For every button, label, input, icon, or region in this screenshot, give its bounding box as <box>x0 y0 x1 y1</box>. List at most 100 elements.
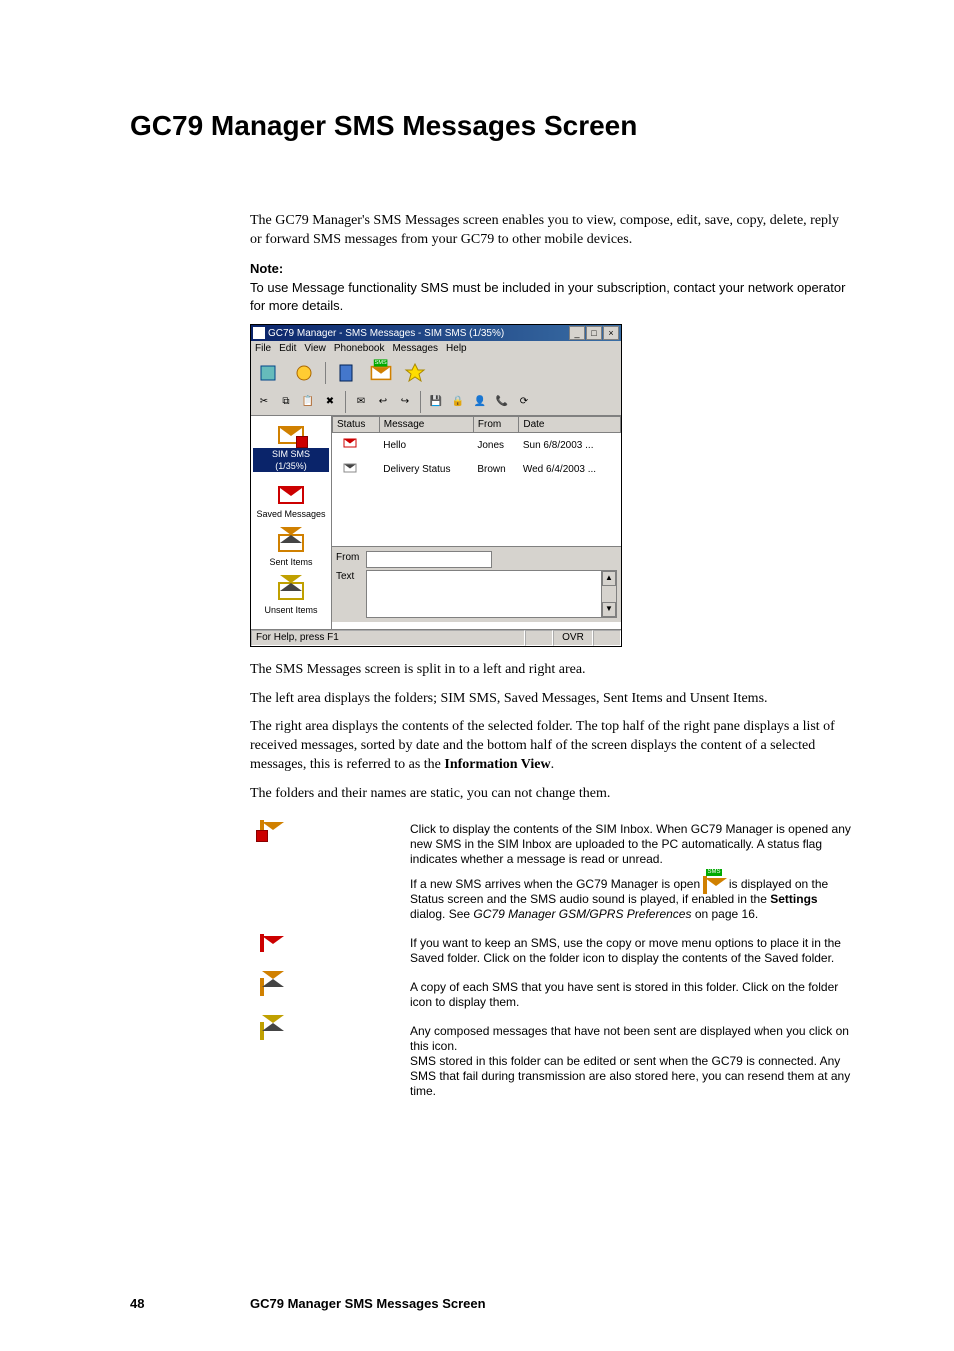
folder-desc-text: A copy of each SMS that you have sent is… <box>410 980 854 1010</box>
status-cell <box>333 458 380 483</box>
save-icon[interactable]: 💾 <box>427 393 445 411</box>
note-label: Note: <box>250 260 854 278</box>
tools-toolbar-icon[interactable] <box>400 359 430 387</box>
unsent-folder-icon <box>278 582 304 600</box>
toolbar-separator <box>345 391 346 413</box>
minimize-button[interactable]: _ <box>569 326 585 340</box>
text-field[interactable]: ▲ ▼ <box>366 570 617 618</box>
app-icon <box>253 327 265 339</box>
col-message[interactable]: Message <box>379 416 473 433</box>
scrollbar[interactable]: ▲ ▼ <box>601 571 616 617</box>
folder-desc-text: If you want to keep an SMS, use the copy… <box>410 936 854 966</box>
information-view: From Text ▲ ▼ <box>332 547 621 622</box>
toolbar-separator <box>325 362 326 384</box>
para-static-folders: The folders and their names are static, … <box>250 785 854 804</box>
call-icon[interactable]: 📞 <box>493 393 511 411</box>
menu-help[interactable]: Help <box>446 342 467 356</box>
sms-toolbar-icon[interactable]: SMS <box>366 359 396 387</box>
delete-icon[interactable]: ✖ <box>321 393 339 411</box>
status-ovr: OVR <box>553 630 593 646</box>
maximize-button[interactable]: □ <box>586 326 602 340</box>
status-cell <box>333 433 380 458</box>
para-split: The SMS Messages screen is split in to a… <box>250 661 854 680</box>
new-msg-icon[interactable]: ✉ <box>352 393 370 411</box>
col-date[interactable]: Date <box>519 416 621 433</box>
toolbar-separator <box>420 391 421 413</box>
folder-desc-row: Click to display the contents of the SIM… <box>250 822 854 922</box>
from-label: From <box>336 551 366 565</box>
page-footer: 48 GC79 Manager SMS Messages Screen <box>130 1296 854 1311</box>
date-cell: Wed 6/4/2003 ... <box>519 458 621 483</box>
message-list[interactable]: Status Message From Date Hello Jones Sun… <box>332 416 621 547</box>
sent-folder-icon <box>278 534 304 552</box>
secondary-toolbar: ✂ ⧉ 📋 ✖ ✉ ↩ ↪ 💾 🔒 👤 📞 ⟳ <box>251 389 621 415</box>
titlebar: GC79 Manager - SMS Messages - SIM SMS (1… <box>251 325 621 341</box>
settings-toolbar-icon[interactable] <box>289 359 319 387</box>
close-button[interactable]: × <box>603 326 619 340</box>
table-row[interactable]: Hello Jones Sun 6/8/2003 ... <box>333 433 621 458</box>
sim-inbox-icon <box>278 426 304 444</box>
sms-new-icon: SMS <box>703 876 707 894</box>
window-title: GC79 Manager - SMS Messages - SIM SMS (1… <box>268 327 569 341</box>
folder-desc-text: If a new SMS arrives when the GC79 Manag… <box>410 877 854 922</box>
forward-icon[interactable]: ↪ <box>396 393 414 411</box>
note-body: To use Message functionality SMS must be… <box>250 279 854 314</box>
folder-desc-row: If you want to keep an SMS, use the copy… <box>250 936 854 966</box>
sent-folder-icon <box>260 978 264 996</box>
app-window: GC79 Manager - SMS Messages - SIM SMS (1… <box>250 324 622 646</box>
folder-sim-sms[interactable]: SIM SMS (1/35%) <box>251 420 331 480</box>
status-blank <box>525 630 553 646</box>
para-left-area: The left area displays the folders; SIM … <box>250 690 854 709</box>
text-label: Text <box>336 570 366 584</box>
folder-saved-messages[interactable]: Saved Messages <box>251 480 331 528</box>
unsent-folder-icon <box>260 1022 264 1040</box>
para-right-area: The right area displays the contents of … <box>250 718 854 775</box>
menu-file[interactable]: File <box>255 342 271 356</box>
message-cell: Delivery Status <box>379 458 473 483</box>
phonebook-toolbar-icon[interactable] <box>332 359 362 387</box>
menu-phonebook[interactable]: Phonebook <box>334 342 385 356</box>
from-cell: Jones <box>473 433 518 458</box>
main-toolbar: SMS <box>251 357 621 389</box>
scroll-down-icon[interactable]: ▼ <box>602 602 616 617</box>
folder-desc-row: Any composed messages that have not been… <box>250 1024 854 1099</box>
from-field[interactable] <box>366 551 492 568</box>
menu-view[interactable]: View <box>304 342 326 356</box>
col-status[interactable]: Status <box>333 416 380 433</box>
refresh-icon[interactable]: ⟳ <box>515 393 533 411</box>
scroll-up-icon[interactable]: ▲ <box>602 571 616 586</box>
reply-icon[interactable]: ↩ <box>374 393 392 411</box>
folder-label: Saved Messages <box>256 509 325 519</box>
date-cell: Sun 6/8/2003 ... <box>519 433 621 458</box>
folder-label: Sent Items <box>269 557 312 567</box>
status-bar: For Help, press F1 OVR <box>251 629 621 646</box>
paste-icon[interactable]: 📋 <box>299 393 317 411</box>
folder-desc-row: A copy of each SMS that you have sent is… <box>250 980 854 1010</box>
unread-icon <box>343 439 356 448</box>
saved-folder-icon <box>278 486 304 504</box>
intro-paragraph: The GC79 Manager's SMS Messages screen e… <box>250 212 854 250</box>
folder-sent-items[interactable]: Sent Items <box>251 528 331 576</box>
page-number: 48 <box>130 1296 250 1311</box>
read-icon <box>343 463 356 472</box>
saved-folder-icon <box>260 934 264 952</box>
folder-desc-text: Any composed messages that have not been… <box>410 1024 854 1099</box>
cut-icon[interactable]: ✂ <box>255 393 273 411</box>
copy-icon[interactable]: ⧉ <box>277 393 295 411</box>
folder-pane: SIM SMS (1/35%) Saved Messages Sent Item… <box>251 416 332 629</box>
folder-desc-text: Click to display the contents of the SIM… <box>410 822 854 867</box>
col-from[interactable]: From <box>473 416 518 433</box>
contact-icon[interactable]: 👤 <box>471 393 489 411</box>
folder-unsent-items[interactable]: Unsent Items <box>251 576 331 624</box>
menu-edit[interactable]: Edit <box>279 342 296 356</box>
sim-inbox-icon <box>260 820 264 838</box>
lock-icon[interactable]: 🔒 <box>449 393 467 411</box>
status-grip <box>593 630 621 646</box>
menu-bar: File Edit View Phonebook Messages Help <box>251 341 621 357</box>
footer-title: GC79 Manager SMS Messages Screen <box>250 1296 486 1311</box>
status-help: For Help, press F1 <box>251 630 525 646</box>
folder-label: Unsent Items <box>264 605 317 615</box>
status-toolbar-icon[interactable] <box>255 359 285 387</box>
menu-messages[interactable]: Messages <box>392 342 438 356</box>
table-row[interactable]: Delivery Status Brown Wed 6/4/2003 ... <box>333 458 621 483</box>
